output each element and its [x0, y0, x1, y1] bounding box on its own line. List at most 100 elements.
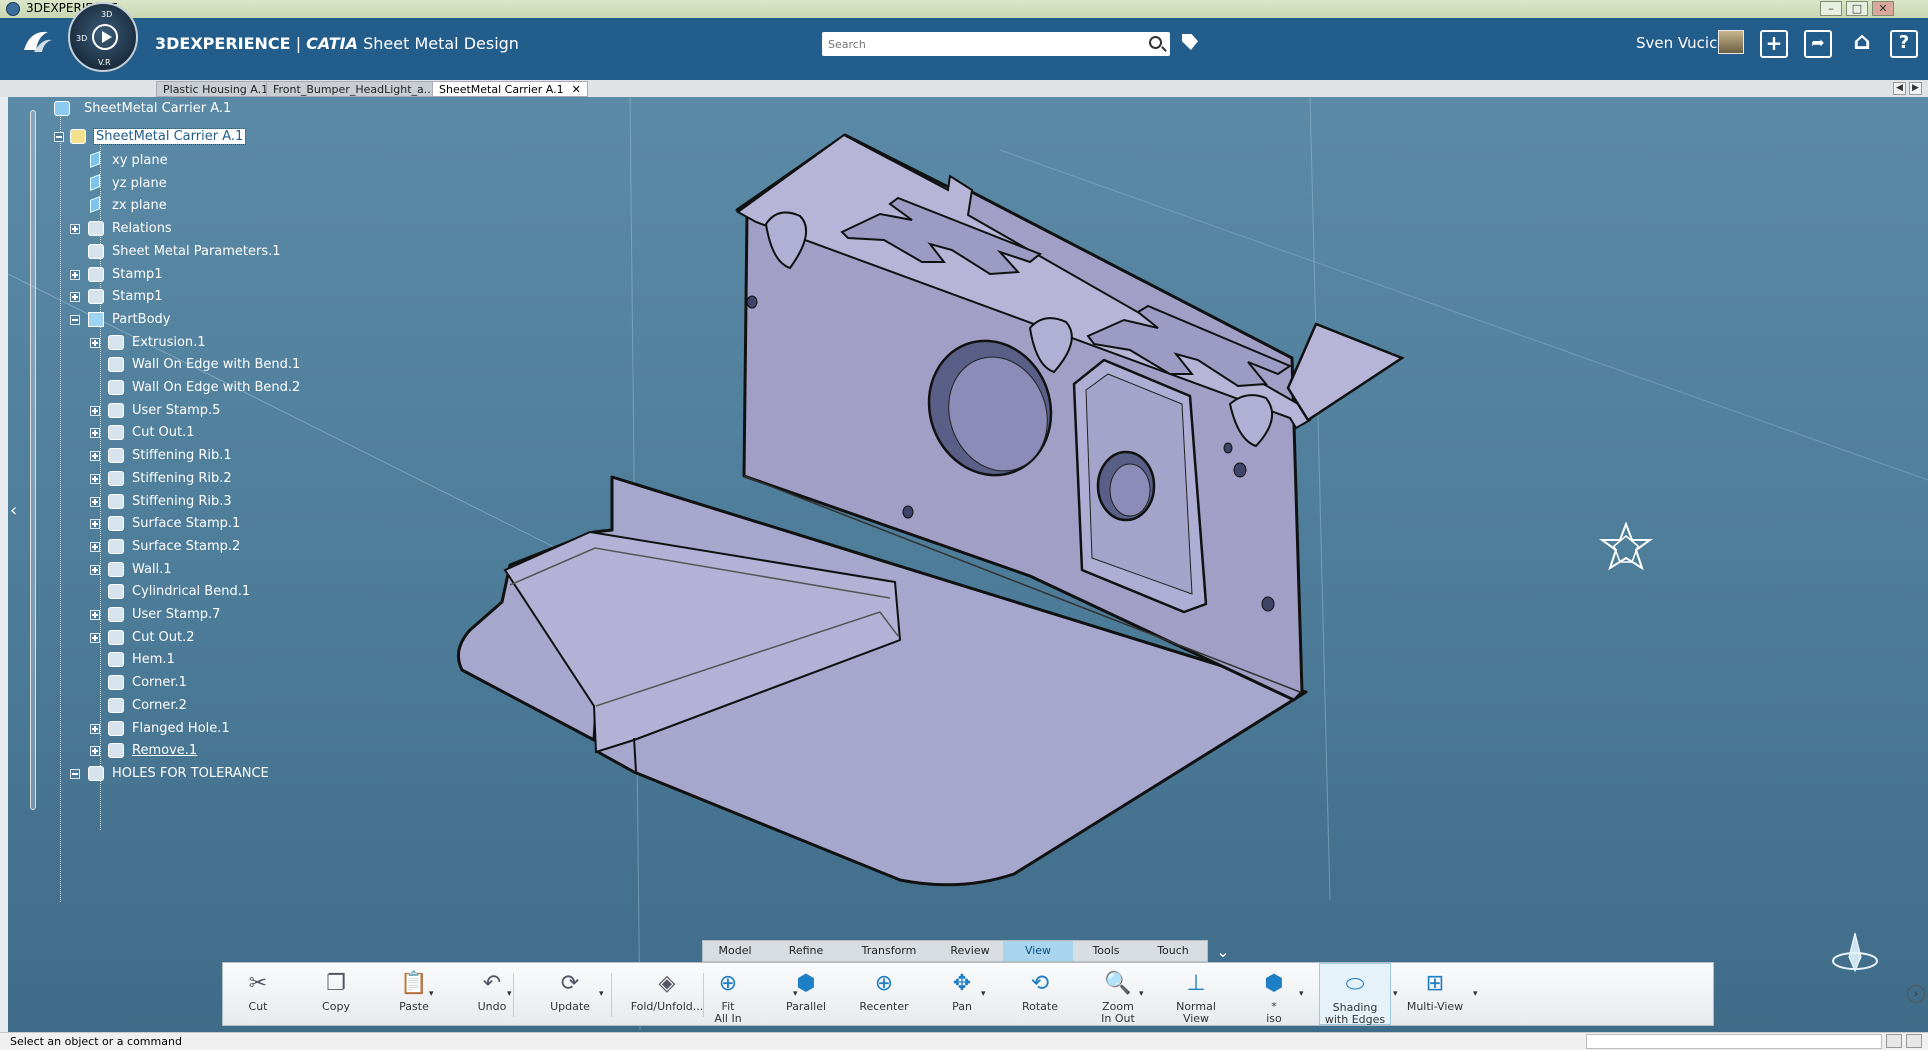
rotate-button[interactable]: ⟲ Rotate	[1007, 963, 1073, 1025]
recenter-icon: ⊕	[874, 971, 894, 996]
expand-toggle[interactable]	[90, 610, 100, 620]
paste-button[interactable]: 📋 Paste	[381, 963, 447, 1025]
update-button[interactable]: ⟳ Update	[535, 963, 605, 1025]
normal-view-button[interactable]: ⊥ Normal View	[1163, 963, 1229, 1025]
tag-icon[interactable]	[1182, 34, 1198, 50]
cutout-icon	[108, 629, 124, 645]
3d-viewport[interactable]	[0, 97, 1928, 1032]
collapse-toggle[interactable]	[54, 132, 64, 142]
action-label: Parallel	[785, 1000, 827, 1013]
parameters-icon	[88, 243, 104, 259]
expand-toggle[interactable]	[90, 496, 100, 507]
expand-toggle[interactable]	[70, 292, 80, 303]
expand-toggle[interactable]	[70, 269, 80, 280]
recenter-button[interactable]: ⊕ Recenter	[851, 963, 917, 1025]
tree-scroll-thumb[interactable]	[30, 110, 36, 810]
section-tab-review[interactable]: Review	[935, 941, 1005, 961]
tree-scrollbar[interactable]	[28, 100, 38, 918]
extrusion-icon	[108, 334, 124, 350]
compass-bottom-label: V.R	[98, 58, 111, 67]
tab-sheetmetal-carrier[interactable]: SheetMetal Carrier A.1 ✕	[432, 81, 588, 97]
dropdown-arrow-icon[interactable]: ▾	[507, 989, 512, 999]
app-title-separator: |	[290, 34, 307, 53]
fit-all-in-button[interactable]: ⊕ Fit All In	[695, 963, 761, 1025]
collapse-toggle[interactable]	[70, 768, 80, 779]
collapse-panel-icon[interactable]: ‹	[10, 500, 17, 521]
status-icon-1[interactable]	[1886, 1034, 1902, 1048]
expand-toggle[interactable]	[90, 405, 100, 416]
section-tab-transform[interactable]: Transform	[847, 941, 931, 961]
play-icon[interactable]	[92, 24, 118, 50]
copy-button[interactable]: ❐ Copy	[303, 963, 369, 1025]
dropdown-arrow-icon[interactable]: ▾	[1473, 989, 1478, 999]
section-tab-view[interactable]: View	[1003, 941, 1073, 961]
tree-item-label: Corner.2	[132, 697, 187, 713]
status-icon-2[interactable]	[1906, 1034, 1922, 1048]
next-commands-icon[interactable]: ›	[1907, 985, 1925, 1003]
collapse-toggle[interactable]	[70, 314, 80, 325]
maximize-button[interactable]: □	[1846, 1, 1868, 16]
surface-stamp-icon	[108, 516, 124, 532]
action-label: Rotate	[1021, 1000, 1058, 1013]
dropdown-arrow-icon[interactable]: ▾	[1139, 989, 1144, 999]
pan-button[interactable]: ✥ Pan	[929, 963, 995, 1025]
dropdown-arrow-icon[interactable]: ▾	[1393, 989, 1398, 999]
iso-button[interactable]: ⬢ * iso	[1241, 963, 1307, 1025]
expand-toggle[interactable]	[90, 632, 100, 643]
dropdown-arrow-icon[interactable]: ▾	[429, 989, 434, 999]
parallel-button[interactable]: ⬢ Parallel	[773, 963, 839, 1025]
tab-plastic-housing[interactable]: Plastic Housing A.1	[156, 81, 276, 97]
dropdown-arrow-icon[interactable]: ▾	[599, 989, 604, 999]
robot-manipulator-icon[interactable]	[1592, 522, 1660, 582]
add-content-icon[interactable]: +	[1760, 30, 1788, 58]
user-name[interactable]: Sven Vucic	[1636, 34, 1717, 52]
expand-toggle[interactable]	[90, 723, 100, 734]
expand-toggle[interactable]	[90, 746, 100, 757]
expand-toggle[interactable]	[90, 473, 100, 484]
expand-toggle[interactable]	[70, 224, 80, 235]
close-tab-icon[interactable]: ✕	[572, 83, 581, 96]
tab-front-bumper[interactable]: Front_Bumper_HeadLight_a...	[266, 81, 442, 97]
share-icon[interactable]: ➦	[1804, 30, 1832, 58]
expand-toggle[interactable]	[90, 337, 100, 348]
section-tab-model[interactable]: Model	[703, 941, 767, 961]
tab-scroll-right-icon[interactable]: ▶	[1909, 82, 1922, 95]
compass-widget[interactable]: 3D 3D V.R	[68, 2, 138, 72]
expand-toggle[interactable]	[90, 564, 100, 575]
search-icon[interactable]	[1149, 36, 1162, 49]
section-tab-tools[interactable]: Tools	[1073, 941, 1139, 961]
tree-item-label: Stiffening Rib.3	[132, 493, 232, 509]
search-input[interactable]	[828, 35, 1138, 53]
action-label: * iso	[1266, 1000, 1282, 1025]
section-tab-refine[interactable]: Refine	[773, 941, 839, 961]
cut-button[interactable]: ✂ Cut	[225, 963, 291, 1025]
multi-view-icon: ⊞	[1425, 971, 1445, 996]
flanged-hole-icon	[108, 720, 124, 736]
tab-scroll-left-icon[interactable]: ◀	[1893, 82, 1906, 95]
section-tab-touch[interactable]: Touch	[1139, 941, 1207, 961]
dropdown-arrow-icon[interactable]: ▾	[1299, 989, 1304, 999]
multi-view-button[interactable]: ⊞ Multi-View	[1399, 963, 1471, 1025]
expand-toggle[interactable]	[90, 541, 100, 552]
close-window-button[interactable]: ✕	[1872, 1, 1894, 16]
expand-sections-icon[interactable]: ⌄	[1214, 942, 1232, 961]
tree-item-label: Hem.1	[132, 652, 175, 668]
tree-item-label: HOLES FOR TOLERANCE	[112, 765, 269, 781]
minimize-button[interactable]: –	[1820, 1, 1842, 16]
axis-triad-icon[interactable]	[1825, 927, 1885, 977]
undo-button[interactable]: ↶ Undo	[459, 963, 525, 1025]
shading-with-edges-button[interactable]: ⬭ Shading with Edges	[1319, 963, 1391, 1026]
expand-toggle[interactable]	[90, 451, 100, 462]
search-box[interactable]	[822, 32, 1170, 56]
tree-item-label: xy plane	[112, 153, 168, 168]
home-icon[interactable]: ⌂	[1848, 29, 1876, 58]
expand-toggle[interactable]	[90, 428, 100, 439]
expand-toggle[interactable]	[90, 519, 100, 530]
action-label: Pan	[952, 1000, 972, 1013]
stamp-icon	[88, 266, 104, 282]
help-icon[interactable]: ?	[1890, 30, 1918, 58]
avatar[interactable]	[1718, 30, 1744, 54]
action-label: Multi-View	[1406, 1000, 1464, 1013]
tree-item-label: User Stamp.7	[132, 607, 221, 622]
power-input-field[interactable]	[1586, 1034, 1882, 1049]
